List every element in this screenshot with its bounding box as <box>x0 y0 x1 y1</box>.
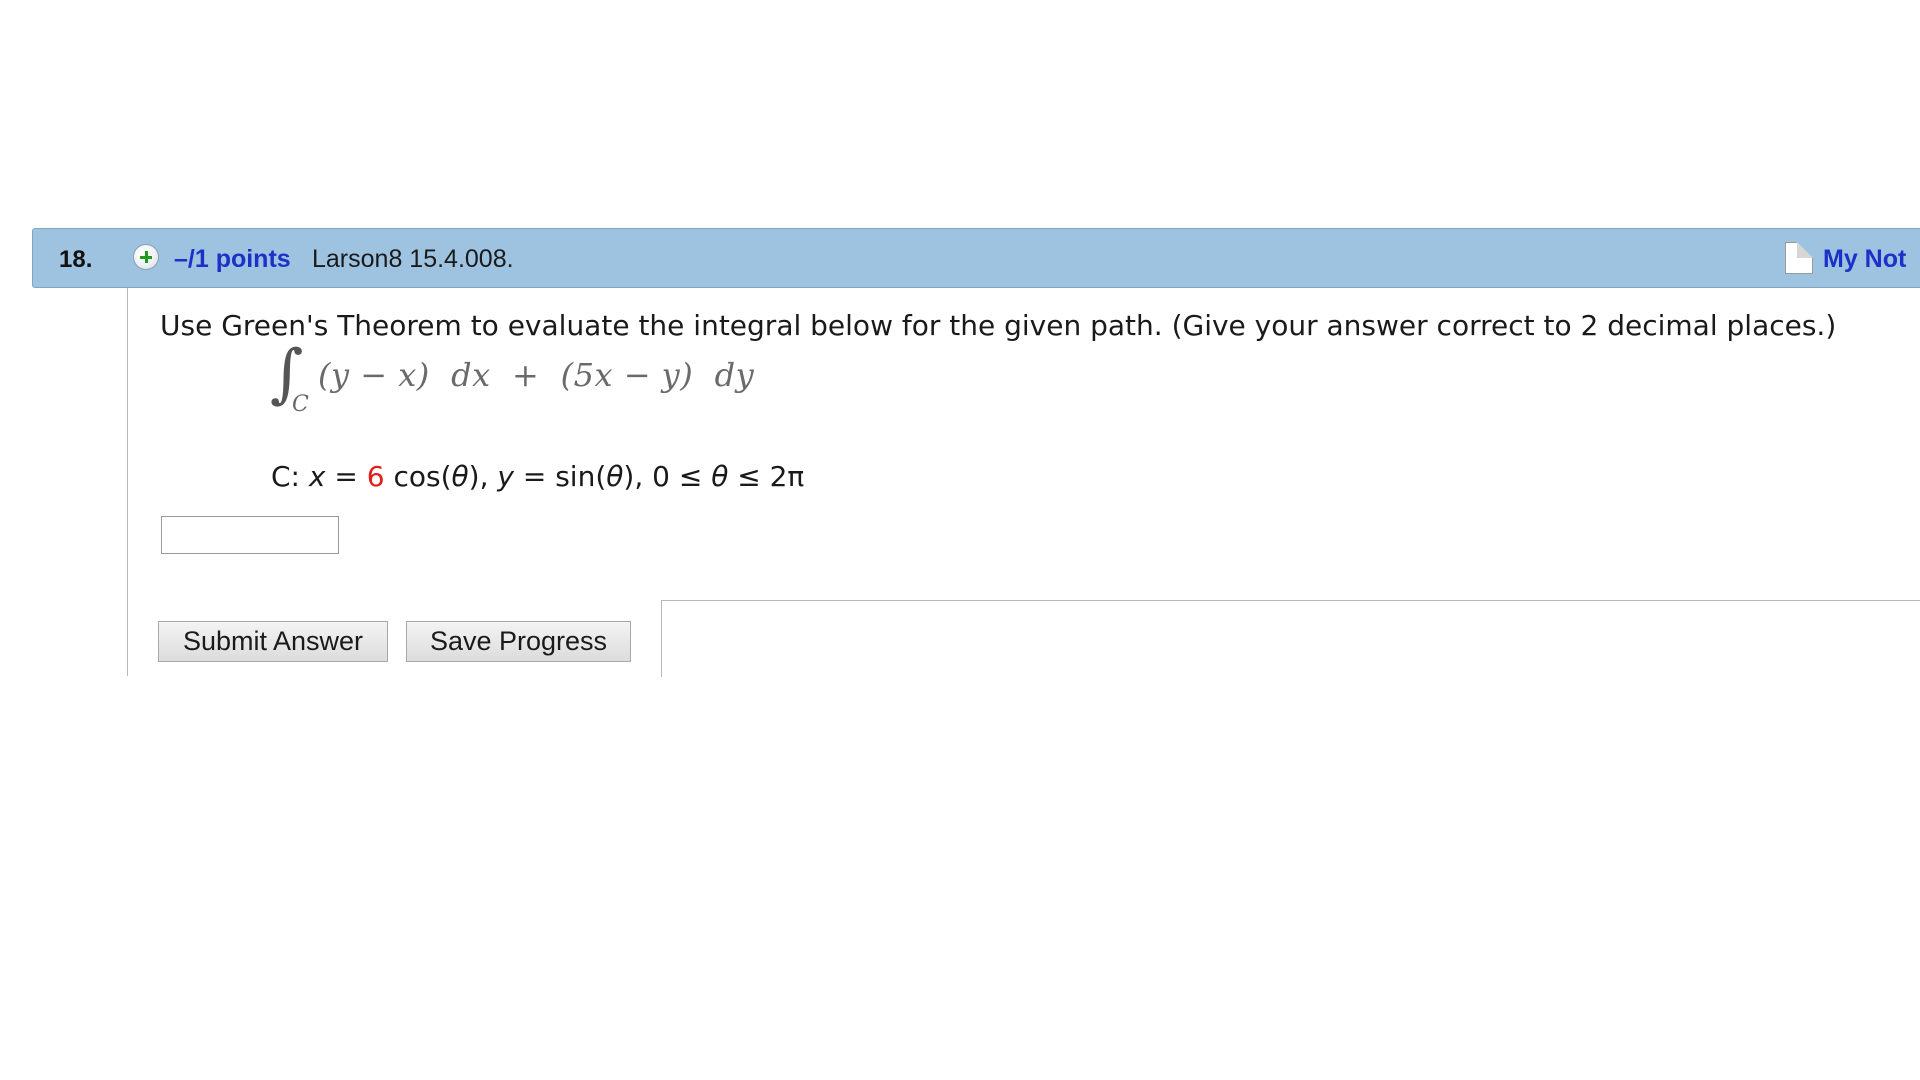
my-notes-link[interactable]: My Not <box>1823 245 1906 274</box>
path-x-rest: cos( <box>384 460 452 493</box>
answer-input[interactable] <box>161 516 339 554</box>
integrand: (y − x) dx + (5x − y) dy <box>318 356 755 394</box>
path-x-coefficient: 6 <box>366 460 385 493</box>
path-x-var: x <box>308 460 326 493</box>
submit-answer-button[interactable]: Submit Answer <box>158 621 388 662</box>
question-prompt: Use Green's Theorem to evaluate the inte… <box>160 309 1837 342</box>
points-link[interactable]: –/1 points <box>174 245 291 274</box>
assignment-page: 18. –/1 points Larson8 15.4.008. My Not … <box>0 0 1920 1080</box>
expand-plus-icon[interactable] <box>133 244 159 270</box>
question-source: Larson8 15.4.008. <box>312 245 514 273</box>
path-range-end: ≤ 2π <box>728 460 805 493</box>
question-number: 18. <box>59 246 93 273</box>
path-theta-1: θ <box>451 460 469 493</box>
path-y-var: y <box>497 460 514 493</box>
path-y-close: ), 0 ≤ <box>623 460 712 493</box>
path-x-close: ), <box>468 460 498 493</box>
save-progress-button[interactable]: Save Progress <box>406 621 631 662</box>
path-theta-2: θ <box>606 460 624 493</box>
integral-subscript: C <box>292 392 309 417</box>
path-definition: C: x = 6 cos(θ), y = sin(θ), 0 ≤ θ ≤ 2π <box>271 460 804 493</box>
path-prefix: C: <box>271 460 309 493</box>
question-header-bar: 18. –/1 points Larson8 15.4.008. My Not <box>32 228 1920 288</box>
question-body: Use Green's Theorem to evaluate the inte… <box>127 288 1920 677</box>
path-x-eq: = <box>325 460 367 493</box>
note-page-icon[interactable] <box>1785 242 1813 274</box>
path-theta-3: θ <box>711 460 729 493</box>
path-y-eq: = sin( <box>513 460 607 493</box>
feedback-panel <box>661 600 1920 677</box>
